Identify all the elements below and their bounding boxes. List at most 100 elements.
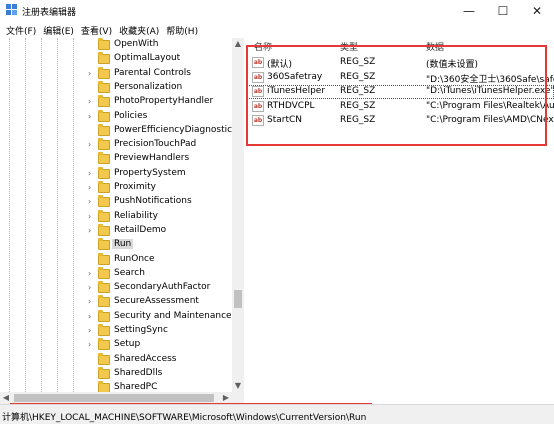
chevron-right-icon[interactable]: › [88,139,96,151]
registry-path: 计算机\HKEY_LOCAL_MACHINE\SOFTWARE\Microsof… [2,413,367,423]
value-type: REG_SZ [340,86,376,96]
tree-item-label: OptimalLayout [114,53,181,64]
menu-help[interactable]: 帮助(H) [164,22,203,38]
tree-item[interactable]: › Reliability [0,209,232,224]
scroll-thumb[interactable] [234,290,242,308]
values-list[interactable]: 名称 类型 数据 ab (默认) REG_SZ (数值未设置) ab 360Safetra… [246,38,554,404]
chevron-right-icon[interactable]: › [88,282,96,294]
column-header-type[interactable]: 类型 [340,40,358,54]
tree-item[interactable]: › PhotoPropertyHandler [0,95,232,109]
chevron-right-icon[interactable]: › [88,325,96,337]
value-row[interactable]: ab iTunesHelper REG_SZ "D:\iTunes\iTunesHel… [246,85,554,99]
tree-item[interactable]: › SettingSync [0,324,232,338]
regedit-app-icon [6,4,17,15]
tree-item-label: PushNotifications [114,196,192,207]
folder-icon [98,152,110,165]
tree-item[interactable]: › Setup [0,338,232,352]
folder-icon [98,266,110,279]
folder-icon [98,238,110,251]
value-data: "C:\Program Files\AMD\CNext\ [426,115,554,125]
tree-item[interactable]: › Proximity [0,181,232,195]
tree-item[interactable]: › SecondaryAuthFactor [0,281,232,295]
maximize-button[interactable]: ☐ [486,0,520,22]
folder-icon [98,138,110,151]
tree-item[interactable]: › PropertySystem [0,166,232,181]
tree-vertical-scrollbar[interactable]: ▲ ▼ [232,38,244,392]
chevron-right-icon[interactable]: › [88,211,96,223]
folder-icon [98,338,110,351]
menu-file[interactable]: 文件(F) [4,22,41,38]
tree-item[interactable]: RunOnce [0,252,232,267]
value-name: StartCN [267,115,303,125]
tree-item[interactable]: PowerEfficiencyDiagnostics [0,123,237,138]
tree-item[interactable]: › Parental Controls [0,66,232,81]
chevron-right-icon[interactable]: › [88,182,96,194]
scroll-thumb[interactable] [14,394,214,402]
tree-item[interactable]: SharedAccess [0,352,232,367]
column-header-name[interactable]: 名称 [254,40,272,54]
value-row[interactable]: ab StartCN REG_SZ "C:\Program Files\AMD\CNe… [246,114,554,128]
folder-icon [98,281,110,294]
value-row[interactable]: ab RTHDVCPL REG_SZ "C:\Program Files\Realte… [246,100,554,114]
tree-item[interactable]: › SecureAssessment [0,295,232,309]
value-type: REG_SZ [340,115,376,125]
scroll-right-icon[interactable]: ▶ [220,392,232,404]
maximize-icon: ☐ [497,4,509,18]
folder-icon [98,195,110,208]
tree-item-label: PropertySystem [114,167,186,178]
value-name: (默认) [267,60,293,70]
string-value-icon: ab [252,115,264,126]
tree-item[interactable]: SharedDlls [0,366,232,381]
chevron-right-icon[interactable]: › [88,311,96,323]
tree-item-label: SecureAssessment [114,296,199,307]
chevron-right-icon[interactable]: › [88,68,96,80]
title-bar: 注册表编辑器 — ☐ ✕ [0,0,554,22]
menu-edit[interactable]: 编辑(E) [41,22,79,38]
tree-item[interactable]: › Policies [0,109,232,124]
tree-item[interactable]: Personalization [0,80,232,95]
tree-item[interactable]: PreviewHandlers [0,152,232,166]
chevron-right-icon[interactable]: › [88,339,96,351]
tree-item[interactable]: › Security and Maintenance [0,309,232,324]
chevron-right-icon[interactable]: › [88,268,96,280]
value-type: REG_SZ [340,57,376,67]
registry-tree[interactable]: OpenWith OptimalLayout › Parental Controls P… [0,38,244,404]
value-row[interactable]: ab (默认) REG_SZ (数值未设置) [246,56,554,70]
chevron-right-icon[interactable]: › [88,296,96,308]
chevron-right-icon[interactable]: › [88,168,96,180]
tree-item[interactable]: OptimalLayout [0,52,232,66]
folder-icon [98,181,110,193]
value-row[interactable]: ab 360Safetray REG_SZ "D:\360安全卫士\360Safe\s… [246,71,554,85]
tree-item[interactable]: › PushNotifications [0,195,232,209]
menu-view[interactable]: 查看(V) [79,22,117,38]
tree-item-label: SharedPC [114,382,158,393]
minimize-button[interactable]: — [452,0,486,22]
chevron-right-icon[interactable]: › [88,111,96,123]
tree-item[interactable]: › PrecisionTouchPad [0,138,232,152]
menu-favorites[interactable]: 收藏夹(A) [117,22,164,38]
folder-icon [98,309,110,322]
value-name: iTunesHelper [267,86,326,96]
value-name: RTHDVCPL [267,100,315,111]
value-data: "D:\iTunes\iTunesHelper.exe" [426,86,554,96]
close-icon: ✕ [531,4,543,18]
scroll-left-icon[interactable]: ◀ [0,392,12,404]
tree-item-label: PreviewHandlers [114,153,190,164]
folder-icon [98,209,110,222]
folder-icon [98,109,110,122]
tree-item-label: OpenWith [114,39,159,49]
tree-item[interactable]: OpenWith [0,38,232,52]
close-button[interactable]: ✕ [520,0,554,22]
tree-item[interactable]: › RetailDemo [0,223,232,238]
tree-item[interactable]: › Search [0,266,232,281]
menu-bar: 文件(F) 编辑(E) 查看(V) 收藏夹(A) 帮助(H) [0,22,554,38]
column-header-data[interactable]: 数据 [426,40,444,54]
chevron-right-icon[interactable]: › [88,225,96,237]
folder-icon [98,66,110,79]
chevron-right-icon[interactable]: › [88,96,96,108]
tree-horizontal-scrollbar[interactable]: ◀ ▶ [0,392,244,404]
scroll-up-icon[interactable]: ▲ [232,38,244,50]
scroll-down-icon[interactable]: ▼ [232,380,244,392]
tree-item[interactable]: Run [0,238,232,252]
chevron-right-icon[interactable]: › [88,196,96,208]
